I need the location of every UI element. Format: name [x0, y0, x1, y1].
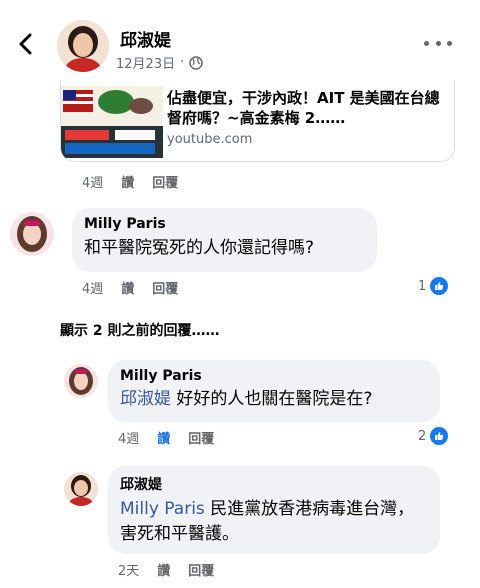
like-button[interactable]: 讚 [121, 172, 134, 191]
reply-actions: 4週 讚 回覆 [118, 428, 214, 447]
show-previous-replies-link[interactable]: 顯示 2 則之前的回覆…… [60, 320, 220, 340]
reply-author[interactable]: Milly Paris [120, 368, 428, 384]
comment-bubble[interactable]: Milly Paris 和平醫院冤死的人你還記得嗎? [72, 208, 377, 272]
reaction-summary[interactable]: 2 [418, 427, 449, 445]
mention-link[interactable]: Milly Paris [120, 499, 205, 519]
reply-bubble[interactable]: Milly Paris 邱淑媞 好好的人也關在醫院是在? [108, 360, 440, 422]
reaction-count: 1 [418, 278, 427, 294]
comment-author[interactable]: Milly Paris [84, 216, 365, 232]
back-button[interactable] [12, 30, 40, 58]
reply-time[interactable]: 2天 [118, 560, 139, 579]
meta-separator: · [180, 55, 185, 70]
reply-button[interactable]: 回覆 [152, 172, 178, 191]
replier-avatar[interactable] [64, 364, 98, 398]
comment-actions: 4週 讚 回覆 [82, 278, 178, 297]
reply-author[interactable]: 邱淑媞 [120, 474, 428, 494]
commenter-avatar[interactable] [10, 212, 54, 256]
post-date[interactable]: 12月23日 [116, 53, 175, 72]
more-options-button[interactable] [424, 36, 452, 50]
like-button[interactable]: 讚 [121, 278, 134, 297]
back-arrow-icon [19, 33, 32, 55]
reply-body: 好好的人也關在醫院是在? [171, 389, 373, 409]
comment-text: 和平醫院冤死的人你還記得嗎? [84, 238, 315, 258]
reply-bubble[interactable]: 邱淑媞 Milly Paris 民進黨放香港病毒進台灣，害死和平醫護。 [108, 466, 440, 554]
thumbs-up-icon [430, 427, 449, 445]
comment-actions: 4週 讚 回覆 [82, 172, 178, 191]
reaction-count: 2 [418, 428, 427, 444]
reply-button[interactable]: 回覆 [188, 428, 214, 447]
post-meta: 12月23日 · [116, 53, 203, 72]
globe-icon [189, 55, 203, 70]
more-options-icon [424, 40, 429, 46]
post-header: 邱淑媞 12月23日 · [0, 0, 480, 88]
reply-button[interactable]: 回覆 [152, 278, 178, 297]
comment-time[interactable]: 4週 [82, 172, 103, 191]
video-thumbnail [61, 86, 163, 158]
reply-button[interactable]: 回覆 [188, 560, 214, 579]
author-name[interactable]: 邱淑媞 [120, 26, 171, 51]
link-domain: youtube.com [167, 132, 253, 147]
reply-text: 邱淑媞 好好的人也關在醫院是在? [120, 387, 428, 412]
like-button[interactable]: 讚 [157, 560, 170, 579]
reply-time[interactable]: 4週 [118, 428, 139, 447]
link-title[interactable]: 佔盡便宜，干涉內政！AIT 是美國在台總督府嗎？~高金素梅 2…… [167, 88, 449, 128]
mention-link[interactable]: 邱淑媞 [120, 389, 171, 409]
thumbs-up-icon [430, 277, 449, 295]
author-avatar[interactable] [57, 20, 109, 72]
reply-text: Milly Paris 民進黨放香港病毒進台灣，害死和平醫護。 [120, 497, 428, 547]
reaction-summary[interactable]: 1 [418, 277, 449, 295]
replier-avatar[interactable] [64, 472, 98, 506]
like-button[interactable]: 讚 [157, 428, 170, 447]
reply-actions: 2天 讚 回覆 [118, 560, 214, 579]
comment-time[interactable]: 4週 [82, 278, 103, 297]
link-preview-card[interactable]: 佔盡便宜，干涉內政！AIT 是美國在台總督府嗎？~高金素梅 2…… youtub… [60, 80, 455, 162]
